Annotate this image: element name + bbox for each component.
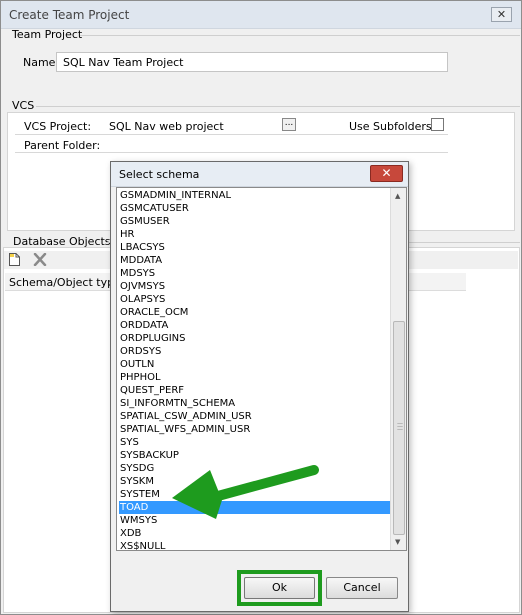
cancel-button[interactable]: Cancel	[326, 577, 398, 599]
vcs-row-divider	[15, 152, 448, 153]
vcs-divider	[36, 106, 520, 107]
schema-list-item[interactable]: PHPHOL	[119, 371, 390, 384]
schema-list-item[interactable]: HR	[119, 228, 390, 241]
schema-list-item[interactable]: MDSYS	[119, 267, 390, 280]
schema-list-item[interactable]: SPATIAL_CSW_ADMIN_USR	[119, 410, 390, 423]
schema-list-item[interactable]: OUTLN	[119, 358, 390, 371]
team-project-divider	[80, 35, 520, 36]
schema-list-item[interactable]: SYSDG	[119, 462, 390, 475]
schema-list[interactable]: GSMADMIN_INTERNAL GSMCATUSER GSMUSER HR LBAC…	[116, 187, 407, 551]
schema-list-item[interactable]: ORDSYS	[119, 345, 390, 358]
schema-list-item[interactable]: ORACLE_OCM	[119, 306, 390, 319]
schema-list-item[interactable]: XDB	[119, 527, 390, 540]
window-titlebar: Create Team Project ✕	[1, 1, 521, 29]
schema-list-item[interactable]: GSMADMIN_INTERNAL	[119, 189, 390, 202]
schema-list-item[interactable]: XS$NULL	[119, 540, 390, 550]
schema-list-item-selected[interactable]: TOAD	[119, 501, 390, 514]
schema-list-item[interactable]: SYSKM	[119, 475, 390, 488]
name-label: Name:	[23, 56, 60, 69]
vcs-project-label: VCS Project:	[24, 120, 92, 133]
use-subfolders-checkbox[interactable]	[431, 118, 444, 131]
ok-button[interactable]: Ok	[244, 577, 315, 599]
scroll-up-icon[interactable]: ▲	[395, 192, 400, 200]
schema-list-item[interactable]: GSMCATUSER	[119, 202, 390, 215]
schema-list-item[interactable]: OJVMSYS	[119, 280, 390, 293]
window-close-button[interactable]: ✕	[491, 7, 512, 22]
schema-list-item[interactable]: GSMUSER	[119, 215, 390, 228]
delete-icon[interactable]	[33, 253, 47, 266]
schema-list-item[interactable]: LBACSYS	[119, 241, 390, 254]
vcs-browse-button[interactable]: ...	[282, 118, 296, 131]
schema-list-item[interactable]: SYSTEM	[119, 488, 390, 501]
scroll-grip-icon: — — —	[397, 420, 403, 433]
schema-object-type-column-header[interactable]: Schema/Object type	[9, 276, 121, 289]
scroll-down-icon[interactable]: ▼	[395, 538, 400, 546]
schema-list-item[interactable]: WMSYS	[119, 514, 390, 527]
schema-list-item[interactable]: QUEST_PERF	[119, 384, 390, 397]
dialog-title: Select schema	[119, 168, 200, 181]
schema-list-item[interactable]: ORDDATA	[119, 319, 390, 332]
schema-list-item[interactable]: ORDPLUGINS	[119, 332, 390, 345]
schema-list-scrollbar[interactable]: ▲ — — — ▼	[390, 188, 406, 550]
window-title: Create Team Project	[9, 8, 130, 22]
dialog-titlebar: Select schema ✕	[111, 162, 408, 187]
use-subfolders-label: Use Subfolders:	[349, 120, 436, 133]
vcs-project-value[interactable]: SQL Nav web project	[109, 120, 224, 133]
schema-list-item[interactable]: SYS	[119, 436, 390, 449]
schema-list-item[interactable]: SPATIAL_WFS_ADMIN_USR	[119, 423, 390, 436]
select-schema-dialog: Select schema ✕ GSMADMIN_INTERNAL GSMCATU…	[110, 161, 409, 612]
vcs-group-label: VCS	[12, 99, 35, 112]
vcs-row-divider	[15, 134, 448, 135]
dialog-close-button[interactable]: ✕	[370, 165, 403, 182]
team-project-group-label: Team Project	[12, 28, 83, 41]
schema-list-item[interactable]: OLAPSYS	[119, 293, 390, 306]
name-input[interactable]: SQL Nav Team Project	[56, 52, 448, 72]
scrollbar-thumb[interactable]: — — —	[393, 321, 405, 535]
parent-folder-label: Parent Folder:	[24, 139, 101, 152]
schema-list-item[interactable]: MDDATA	[119, 254, 390, 267]
schema-list-item[interactable]: SYSBACKUP	[119, 449, 390, 462]
schema-list-item[interactable]: SI_INFORMTN_SCHEMA	[119, 397, 390, 410]
new-document-icon[interactable]	[9, 253, 20, 266]
